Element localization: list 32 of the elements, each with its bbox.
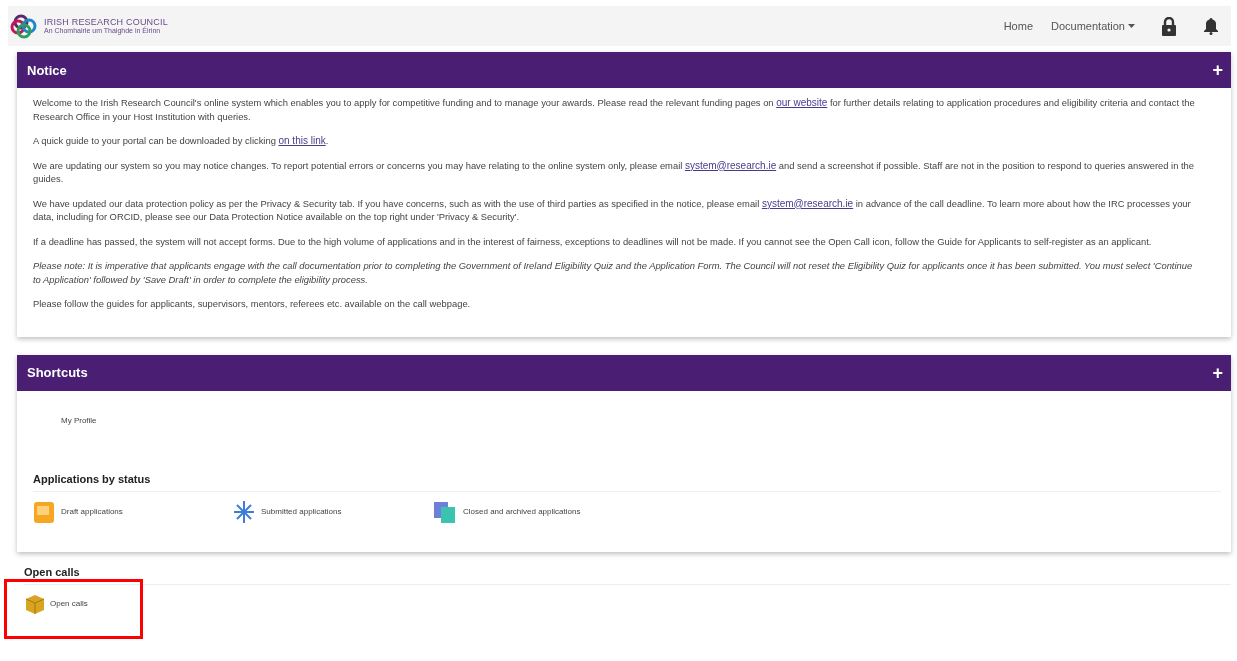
- link[interactable]: on this link: [278, 135, 326, 146]
- folder-icon: [33, 499, 55, 524]
- notice-paragraph: We are updating our system so you may notice changes. To report potential errors or concerns you may have relating to the online system only, please email system@research.ie and send a screenshot if possible. Staff are not in the position to respond to queries answered in the guides.: [33, 158, 1195, 186]
- nav-link[interactable]: Home: [1003, 20, 1033, 32]
- section-heading: Applications by status: [33, 472, 1221, 492]
- link[interactable]: our website: [776, 97, 828, 108]
- section-heading: Open calls: [24, 565, 1231, 585]
- expand-button[interactable]: +: [1212, 363, 1223, 382]
- link[interactable]: system@research.ie: [761, 197, 854, 209]
- documents-icon: [433, 499, 457, 524]
- shortcut-link[interactable]: My Profile: [61, 415, 97, 425]
- notice-paragraph: If a deadline has passed, the system will not accept forms. Due to the high volume of applications and in the interest of fairness, exceptions to deadlines will not be made. If you cannot see the Open Call icon, follow the Guide for Applicants to self-register as an applicant.: [33, 234, 1153, 248]
- box-icon: [24, 592, 46, 615]
- caret-icon: [1128, 24, 1135, 28]
- nav-link[interactable]: Documentation: [1051, 20, 1135, 32]
- notice-paragraph: Please follow the guides for applicants, supervisors, mentors, referees etc. available on the call webpage.: [33, 297, 472, 311]
- expand-button[interactable]: +: [1212, 61, 1223, 79]
- star-icon: [233, 499, 255, 524]
- bell-icon[interactable]: [1203, 17, 1219, 35]
- notice-paragraph: A quick guide to your portal can be downloaded by clicking on this link.: [33, 134, 330, 148]
- panel-title: Notice: [27, 62, 67, 78]
- panel-title: Shortcuts: [27, 365, 88, 380]
- logo-title: IRISH RESEARCH COUNCIL: [44, 18, 168, 27]
- lock-icon[interactable]: [1161, 16, 1177, 36]
- status-link[interactable]: Draft applications: [33, 499, 233, 524]
- notice-paragraph: Please note: It is imperative that applicants engage with the call documentation prior to completing the Government of Ireland Eligibility Quiz and the Application Form. The Council will not reset the Eligibility Quiz for applicants once it has been submitted. You must select 'Continue to Application' followed by 'Save Draft' in order to complete the eligibility process.: [33, 259, 1194, 286]
- open-calls-link[interactable]: Open calls: [24, 592, 88, 615]
- notice-paragraph: We have updated our data protection policy as per the Privacy & Security tab. If you have concerns, such as with the use of third parties as specified in the notice, please email system@research.ie in advance of the call deadline. To learn more about how the IRC processes your data, including for ORCID, please see our Data Protection Notice available on the top right under 'Privacy & Security'.: [33, 196, 1192, 224]
- status-link[interactable]: Submitted applications: [233, 499, 433, 524]
- status-link[interactable]: Closed and archived applications: [433, 499, 633, 524]
- link[interactable]: system@research.ie: [684, 159, 777, 171]
- notice-paragraph: Welcome to the Irish Research Council's online system which enables you to apply for competitive funding and to manage your awards. Please read the relevant funding pages on our website for further details relating to application procedures and eligibility criteria and contact the Research Office in your Host Institution with queries.: [33, 96, 1196, 123]
